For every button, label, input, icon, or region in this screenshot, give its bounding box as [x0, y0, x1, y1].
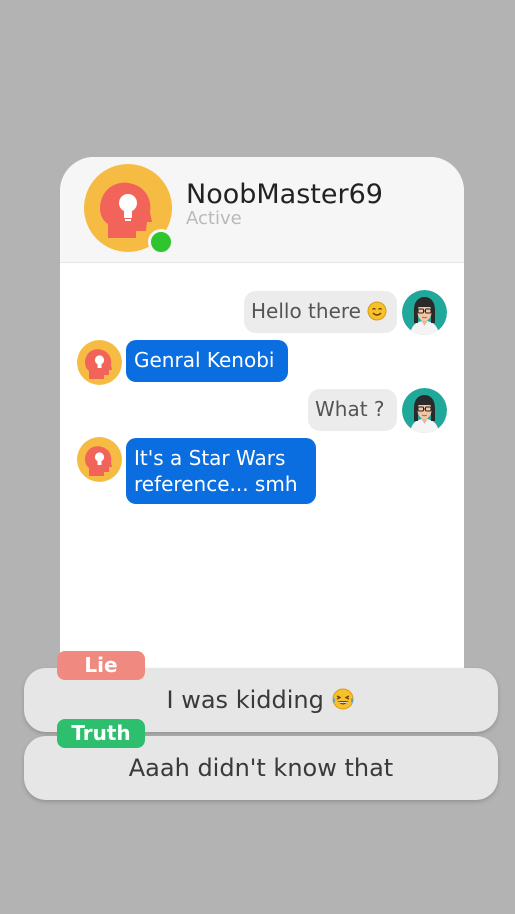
message-text: Genral Kenobi: [134, 348, 275, 372]
woman-with-glasses-icon: [402, 290, 447, 335]
choice-label: Aaah didn't know that: [128, 754, 394, 782]
head-with-lightbulb-icon: [77, 437, 122, 482]
smiling-face-emoji: [367, 301, 387, 321]
game-screen: NoobMaster69 Active Hello there Genral K…: [0, 0, 515, 914]
contact-status: Active: [186, 208, 242, 229]
message-bubble-self: Hello there: [244, 291, 397, 333]
message-bubble-contact: It's a Star Wars reference... smh: [126, 438, 316, 504]
choice-text: I was kidding: [24, 686, 498, 714]
contact-name: NoobMaster69: [186, 179, 383, 210]
lie-tag: Lie: [57, 651, 145, 680]
truth-tag: Truth: [57, 719, 145, 748]
message-bubble-self: What ?: [308, 389, 397, 431]
chat-window: NoobMaster69 Active Hello there Genral K…: [60, 157, 464, 717]
head-with-lightbulb-icon: [77, 340, 122, 385]
self-avatar: [402, 388, 447, 433]
self-avatar: [402, 290, 447, 335]
message-bubble-contact: Genral Kenobi: [126, 340, 288, 382]
online-status-dot: [148, 229, 174, 255]
tears-of-joy-emoji: [332, 688, 354, 710]
chat-header: NoobMaster69 Active: [60, 157, 464, 263]
contact-avatar-small: [77, 437, 122, 482]
contact-avatar-small: [77, 340, 122, 385]
message-text-line: It's a Star Wars: [134, 446, 286, 470]
woman-with-glasses-icon: [402, 388, 447, 433]
message-text: What ?: [315, 397, 385, 421]
message-text-line: reference... smh: [134, 472, 298, 496]
message-text: Hello there: [251, 299, 361, 323]
choice-label: I was kidding: [166, 686, 324, 714]
